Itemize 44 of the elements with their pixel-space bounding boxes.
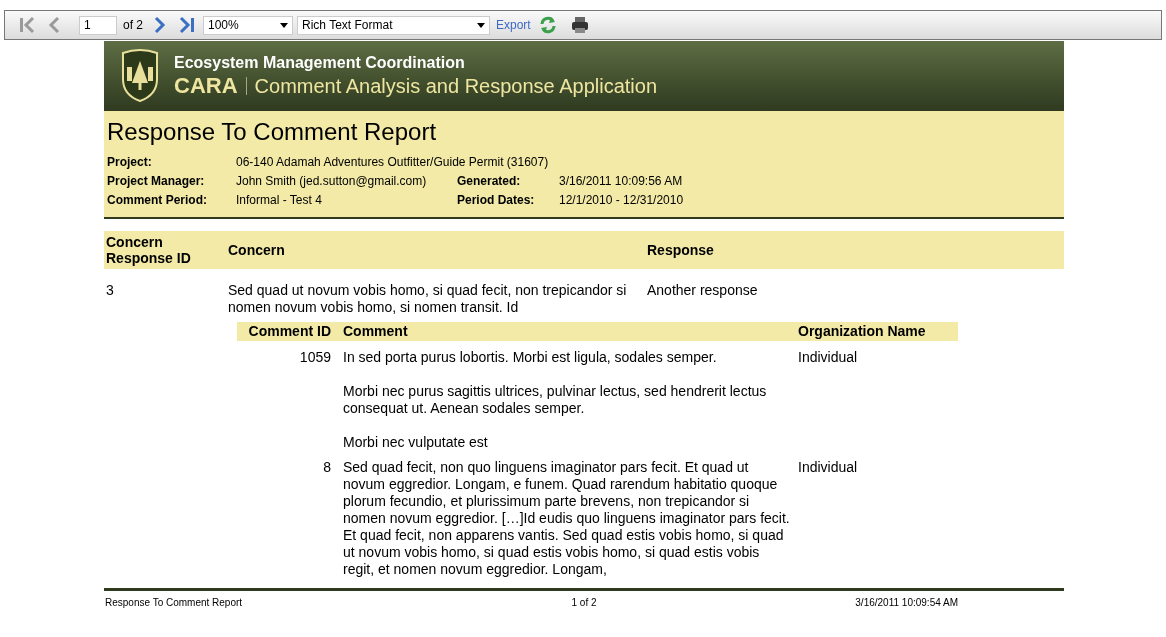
zoom-dropdown[interactable]: 100% xyxy=(203,15,293,35)
caret-icon xyxy=(477,22,485,28)
footer-report-name: Response To Comment Report xyxy=(105,596,244,610)
field-label: Period Dates: xyxy=(457,192,536,209)
column-header: Concern Response ID xyxy=(106,234,192,266)
comment-text: Sed quad fecit, non quo linguens imaginator pars fecit. Et quad ut novum eggredior. Longam, e funem. Quad rarendum habitatio quoque plorum fecundio, et plurissimum parte brevens, non trepicandor si nomen novum eggredior. […]Id eudis quo linguens imaginator pars fecit. Et quad fecit, non apparens vantis. Sed quad estis vobis homo, si quad ut novum vobis homo, si quad estis vobis homo, si quad estis vobis regit, et nomen novum eggredior. Longam, xyxy=(343,459,790,578)
comment-text: Morbi nec purus sagittis ultrices, pulvinar lectus, sed hendrerit lectus consequat ut. Aenean sodales semper. xyxy=(343,383,768,417)
organization-title: Ecosystem Management Coordination xyxy=(174,53,466,73)
field-label: Project: xyxy=(107,154,153,171)
field-value: Informal - Test 4 xyxy=(236,192,323,209)
table-cell-text: Individual xyxy=(797,459,858,477)
column-header: Comment ID xyxy=(247,323,331,340)
field-label: Generated: xyxy=(457,173,522,190)
field-value: John Smith (jed.sutton@gmail.com) xyxy=(236,173,428,190)
table-cell-text: 3 xyxy=(106,282,115,300)
app-short-name: CARA xyxy=(174,73,238,99)
report-title: Response To Comment Report xyxy=(107,117,438,147)
field-label: Comment Period: xyxy=(107,192,208,209)
comment-text: In sed porta purus lobortis. Morbi est ligula, sodales semper. xyxy=(343,349,718,366)
table-cell-text: 8 xyxy=(322,459,331,477)
page-count: of 2 xyxy=(123,17,143,34)
shield-logo-icon xyxy=(120,49,160,103)
comment-text: Morbi nec vulputate est xyxy=(343,434,489,451)
footer-page-number: 1 of 2 xyxy=(571,596,597,610)
table-cell-text: Sed quad ut novum vobis homo, si quad fecit, non trepicandor si nomen novum vobis homo, si nomen transit. Id xyxy=(228,282,628,316)
refresh-icon[interactable] xyxy=(538,16,557,34)
field-value: 06-140 Adamah Adventures Outfitter/Guide Permit (31607) xyxy=(236,154,549,171)
column-header: Comment xyxy=(342,323,409,340)
export-link[interactable]: Export xyxy=(496,16,531,34)
table-cell-text: 1059 xyxy=(298,349,331,367)
column-header: Concern xyxy=(228,242,286,258)
column-header: Response xyxy=(647,242,714,258)
field-value: 3/16/2011 10:09:56 AM xyxy=(559,173,683,190)
column-header: Organization Name xyxy=(797,323,926,340)
page-number-field[interactable]: 1 xyxy=(79,15,117,35)
format-dropdown[interactable]: Rich Text Format xyxy=(297,15,490,35)
app-full-name: Comment Analysis and Response Application xyxy=(254,74,657,99)
caret-icon xyxy=(280,22,288,28)
table-cell-text: Another response xyxy=(647,282,758,300)
field-value: 12/1/2010 - 12/31/2010 xyxy=(559,192,684,209)
footer-timestamp: 3/16/2011 10:09:54 AM xyxy=(854,596,959,610)
table-cell-text: Individual xyxy=(797,349,858,367)
print-icon[interactable] xyxy=(570,16,589,34)
field-label: Project Manager: xyxy=(107,173,206,190)
